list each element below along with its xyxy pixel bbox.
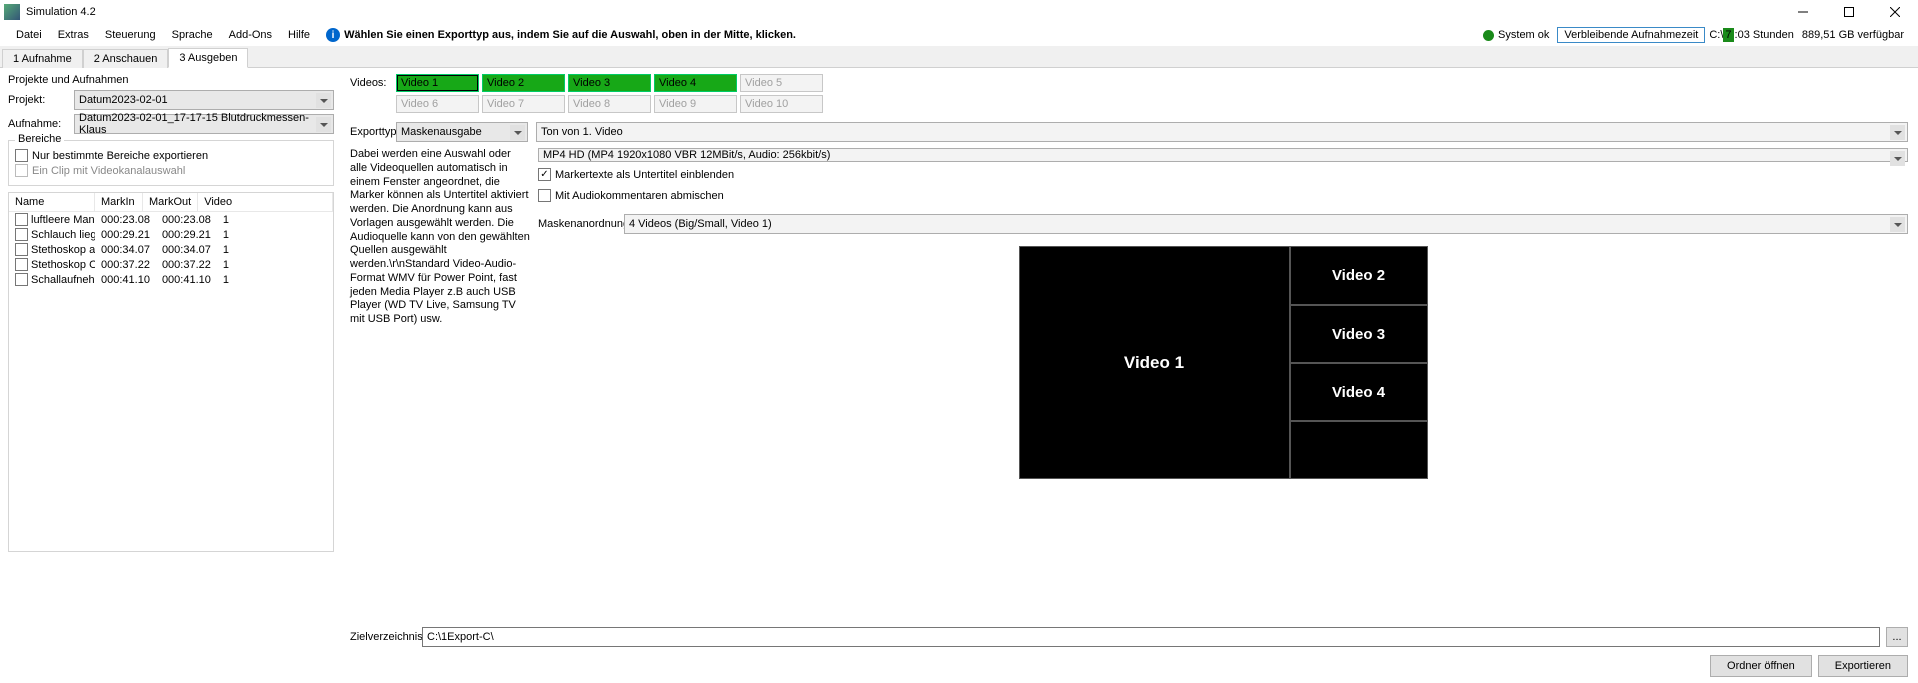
- audio-mix-checkbox[interactable]: [538, 189, 551, 202]
- chevron-down-icon: [316, 93, 331, 108]
- free-space: 889,51 GB verfügbar: [1802, 29, 1904, 41]
- only-areas-checkbox[interactable]: [15, 149, 28, 162]
- mask-combo[interactable]: 4 Videos (Big/Small, Video 1): [624, 214, 1908, 234]
- target-label: Zielverzeichnis:: [350, 631, 416, 643]
- left-panel: Projekte und Aufnahmen Projekt: Datum202…: [0, 68, 338, 683]
- video-button-7: Video 7: [482, 95, 565, 113]
- time-badge: 7: [1723, 28, 1733, 42]
- col-name[interactable]: Name: [9, 193, 95, 211]
- video-button-3[interactable]: Video 3: [568, 74, 651, 92]
- video-button-8: Video 8: [568, 95, 651, 113]
- menubar: Datei Extras Steuerung Sprache Add-Ons H…: [0, 24, 1918, 46]
- areas-group: Bereiche Nur bestimmte Bereiche exportie…: [8, 140, 334, 186]
- format-combo[interactable]: MP4 HD (MP4 1920x1080 VBR 12MBit/s, Audi…: [538, 148, 1908, 162]
- preview-video-4: Video 4: [1290, 363, 1428, 421]
- status-dot-icon: [1483, 30, 1494, 41]
- menu-extras[interactable]: Extras: [50, 26, 97, 44]
- marker-table: Name MarkIn MarkOut Video luftleere Mans…: [8, 192, 334, 552]
- project-label: Projekt:: [8, 94, 74, 106]
- preview-video-1: Video 1: [1019, 246, 1290, 479]
- menu-sprache[interactable]: Sprache: [164, 26, 221, 44]
- drive-label: C:\: [1709, 29, 1723, 41]
- right-panel: Videos: Video 1Video 2Video 3Video 4Vide…: [338, 68, 1918, 683]
- table-row[interactable]: Stethoskop an...000:34.07000:34.071: [9, 242, 333, 257]
- one-clip-checkbox: [15, 164, 28, 177]
- maximize-button[interactable]: [1826, 0, 1872, 24]
- chevron-down-icon: [316, 117, 331, 132]
- titlebar: Simulation 4.2: [0, 0, 1918, 24]
- marker-subtitle-checkbox[interactable]: [538, 168, 551, 181]
- exporttype-combo[interactable]: Maskenausgabe: [396, 122, 528, 142]
- video-button-2[interactable]: Video 2: [482, 74, 565, 92]
- only-areas-label: Nur bestimmte Bereiche exportieren: [32, 150, 208, 162]
- chevron-down-icon: [1890, 125, 1905, 140]
- table-row[interactable]: Stethoskop O...000:37.22000:37.221: [9, 257, 333, 272]
- preview-filler: [1290, 421, 1428, 479]
- col-markin[interactable]: MarkIn: [95, 193, 143, 211]
- recording-combo[interactable]: Datum2023-02-01_17-17-15 Blutdruckmessen…: [74, 114, 334, 134]
- target-input[interactable]: [422, 627, 1880, 647]
- status-text: System ok: [1498, 29, 1549, 41]
- table-row[interactable]: Schallaufnehm...000:41.10000:41.101: [9, 272, 333, 287]
- audio-mix-label: Mit Audiokommentaren abmischen: [555, 190, 724, 202]
- chevron-down-icon: [1890, 151, 1905, 166]
- table-row[interactable]: luftleere Mans...000:23.08000:23.081: [9, 212, 333, 227]
- tab-aufnahme[interactable]: 1 Aufnahme: [2, 49, 83, 68]
- video-button-1[interactable]: Video 1: [396, 74, 479, 92]
- main-tabs: 1 Aufnahme 2 Anschauen 3 Ausgeben: [0, 46, 1918, 68]
- video-button-5: Video 5: [740, 74, 823, 92]
- col-markout[interactable]: MarkOut: [143, 193, 198, 211]
- project-combo[interactable]: Datum2023-02-01: [74, 90, 334, 110]
- tab-ausgeben[interactable]: 3 Ausgeben: [168, 48, 248, 68]
- rectime-label[interactable]: Verbleibende Aufnahmezeit: [1557, 27, 1705, 43]
- hint-text: Wählen Sie einen Exporttyp aus, indem Si…: [344, 29, 796, 41]
- window-title: Simulation 4.2: [26, 6, 96, 18]
- row-checkbox[interactable]: [15, 258, 28, 271]
- time-suffix: :03 Stunden: [1735, 29, 1794, 41]
- areas-legend: Bereiche: [15, 133, 64, 145]
- row-checkbox[interactable]: [15, 243, 28, 256]
- video-button-4[interactable]: Video 4: [654, 74, 737, 92]
- mask-label: Maskenanordnung:: [538, 218, 624, 230]
- exporttype-label: Exporttyp:: [350, 126, 396, 138]
- chevron-down-icon: [1890, 217, 1905, 232]
- menu-addons[interactable]: Add-Ons: [221, 26, 280, 44]
- row-checkbox[interactable]: [15, 213, 28, 226]
- tone-combo[interactable]: Ton von 1. Video: [536, 122, 1908, 142]
- section-title: Projekte und Aufnahmen: [8, 74, 334, 86]
- row-checkbox[interactable]: [15, 273, 28, 286]
- marker-subtitle-label: Markertexte als Untertitel einblenden: [555, 169, 734, 181]
- table-row[interactable]: Schlauch liegt ...000:29.21000:29.211: [9, 227, 333, 242]
- minimize-button[interactable]: [1780, 0, 1826, 24]
- close-button[interactable]: [1872, 0, 1918, 24]
- chevron-down-icon: [510, 125, 525, 140]
- menu-datei[interactable]: Datei: [8, 26, 50, 44]
- app-icon: [4, 4, 20, 20]
- menu-steuerung[interactable]: Steuerung: [97, 26, 164, 44]
- col-video[interactable]: Video: [198, 193, 333, 211]
- recording-label: Aufnahme:: [8, 118, 74, 130]
- videos-label: Videos:: [350, 77, 396, 89]
- one-clip-label: Ein Clip mit Videokanalauswahl: [32, 165, 185, 177]
- preview-video-2: Video 2: [1290, 246, 1428, 305]
- video-button-9: Video 9: [654, 95, 737, 113]
- exporttype-description: Dabei werden eine Auswahl oder alle Vide…: [350, 148, 530, 479]
- tab-anschauen[interactable]: 2 Anschauen: [83, 49, 169, 68]
- preview-video-3: Video 3: [1290, 305, 1428, 363]
- export-button[interactable]: Exportieren: [1818, 655, 1908, 677]
- browse-button[interactable]: ...: [1886, 627, 1908, 647]
- open-folder-button[interactable]: Ordner öffnen: [1710, 655, 1812, 677]
- video-button-10: Video 10: [740, 95, 823, 113]
- row-checkbox[interactable]: [15, 228, 28, 241]
- mask-preview: Video 1 Video 2 Video 3 Video 4: [1019, 246, 1428, 479]
- video-button-6: Video 6: [396, 95, 479, 113]
- menu-hilfe[interactable]: Hilfe: [280, 26, 318, 44]
- info-icon: i: [326, 28, 340, 42]
